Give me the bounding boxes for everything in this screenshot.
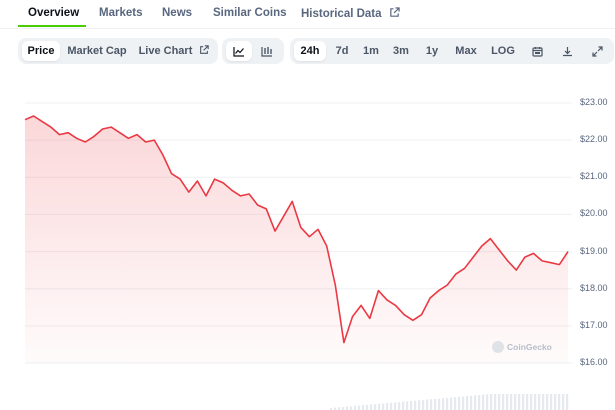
volume-bar <box>378 403 381 410</box>
volume-bar <box>566 394 569 410</box>
volume-bar <box>514 394 517 410</box>
watermark: CoinGecko <box>492 341 552 353</box>
volume-bar <box>482 394 485 410</box>
volume-bar <box>558 394 561 410</box>
volume-bar <box>382 403 385 410</box>
volume-bar <box>358 405 361 410</box>
volume-bar <box>562 394 565 410</box>
volume-bar <box>510 394 513 410</box>
volume-bar <box>534 394 537 410</box>
volume-bar <box>550 394 553 410</box>
watermark-text: CoinGecko <box>507 342 552 352</box>
volume-bar <box>462 396 465 410</box>
volume-bar <box>366 404 369 410</box>
volume-bar <box>526 394 529 410</box>
volume-bar <box>402 401 405 410</box>
y-tick-label: $23.00 <box>580 97 608 107</box>
volume-bar <box>362 405 365 410</box>
volume-bar <box>398 402 401 410</box>
volume-bar <box>474 395 477 410</box>
volume-bar <box>354 405 357 410</box>
y-tick-label: $21.00 <box>580 171 608 182</box>
y-tick-label: $22.00 <box>580 134 608 145</box>
volume-bar <box>438 398 441 410</box>
y-tick-label: $20.00 <box>580 208 608 219</box>
volume-bar <box>458 396 461 410</box>
volume-bar <box>506 394 509 410</box>
y-tick-label: $18.00 <box>580 282 608 293</box>
volume-bar <box>386 403 389 410</box>
volume-bar <box>530 394 533 410</box>
volume-bar <box>502 394 505 410</box>
volume-bar <box>374 404 377 410</box>
volume-bar <box>410 401 413 410</box>
volume-bar <box>406 401 409 410</box>
volume-bar <box>450 397 453 410</box>
volume-bar <box>350 406 353 410</box>
volume-bar <box>454 397 457 410</box>
volume-bar <box>470 395 473 410</box>
volume-bar <box>370 404 373 410</box>
coingecko-logo-icon <box>492 341 504 353</box>
volume-bar <box>494 394 497 410</box>
volume-bar <box>486 394 489 410</box>
volume-bar <box>554 394 557 410</box>
volume-bar <box>418 400 421 410</box>
volume-bar <box>478 395 481 410</box>
volume-bars <box>330 394 569 410</box>
y-tick-label: $19.00 <box>580 245 608 256</box>
volume-bar <box>422 399 425 410</box>
volume-bar <box>546 394 549 410</box>
volume-bar <box>434 398 437 410</box>
volume-bar <box>498 394 501 410</box>
volume-bar <box>390 402 393 410</box>
volume-bar <box>518 394 521 410</box>
volume-bar <box>446 397 449 410</box>
volume-bar <box>522 394 525 410</box>
y-tick-label: $17.00 <box>580 319 608 330</box>
volume-bar <box>346 406 349 410</box>
volume-bar <box>538 394 541 410</box>
volume-bar <box>442 398 445 410</box>
volume-bar <box>466 396 469 410</box>
volume-bar <box>394 402 397 410</box>
y-tick-label: $16.00 <box>580 357 608 367</box>
volume-bar <box>430 399 433 410</box>
volume-bar <box>426 399 429 410</box>
volume-bar <box>414 400 417 410</box>
price-area <box>25 116 568 363</box>
volume-bar <box>490 394 493 410</box>
volume-bar <box>542 394 545 410</box>
